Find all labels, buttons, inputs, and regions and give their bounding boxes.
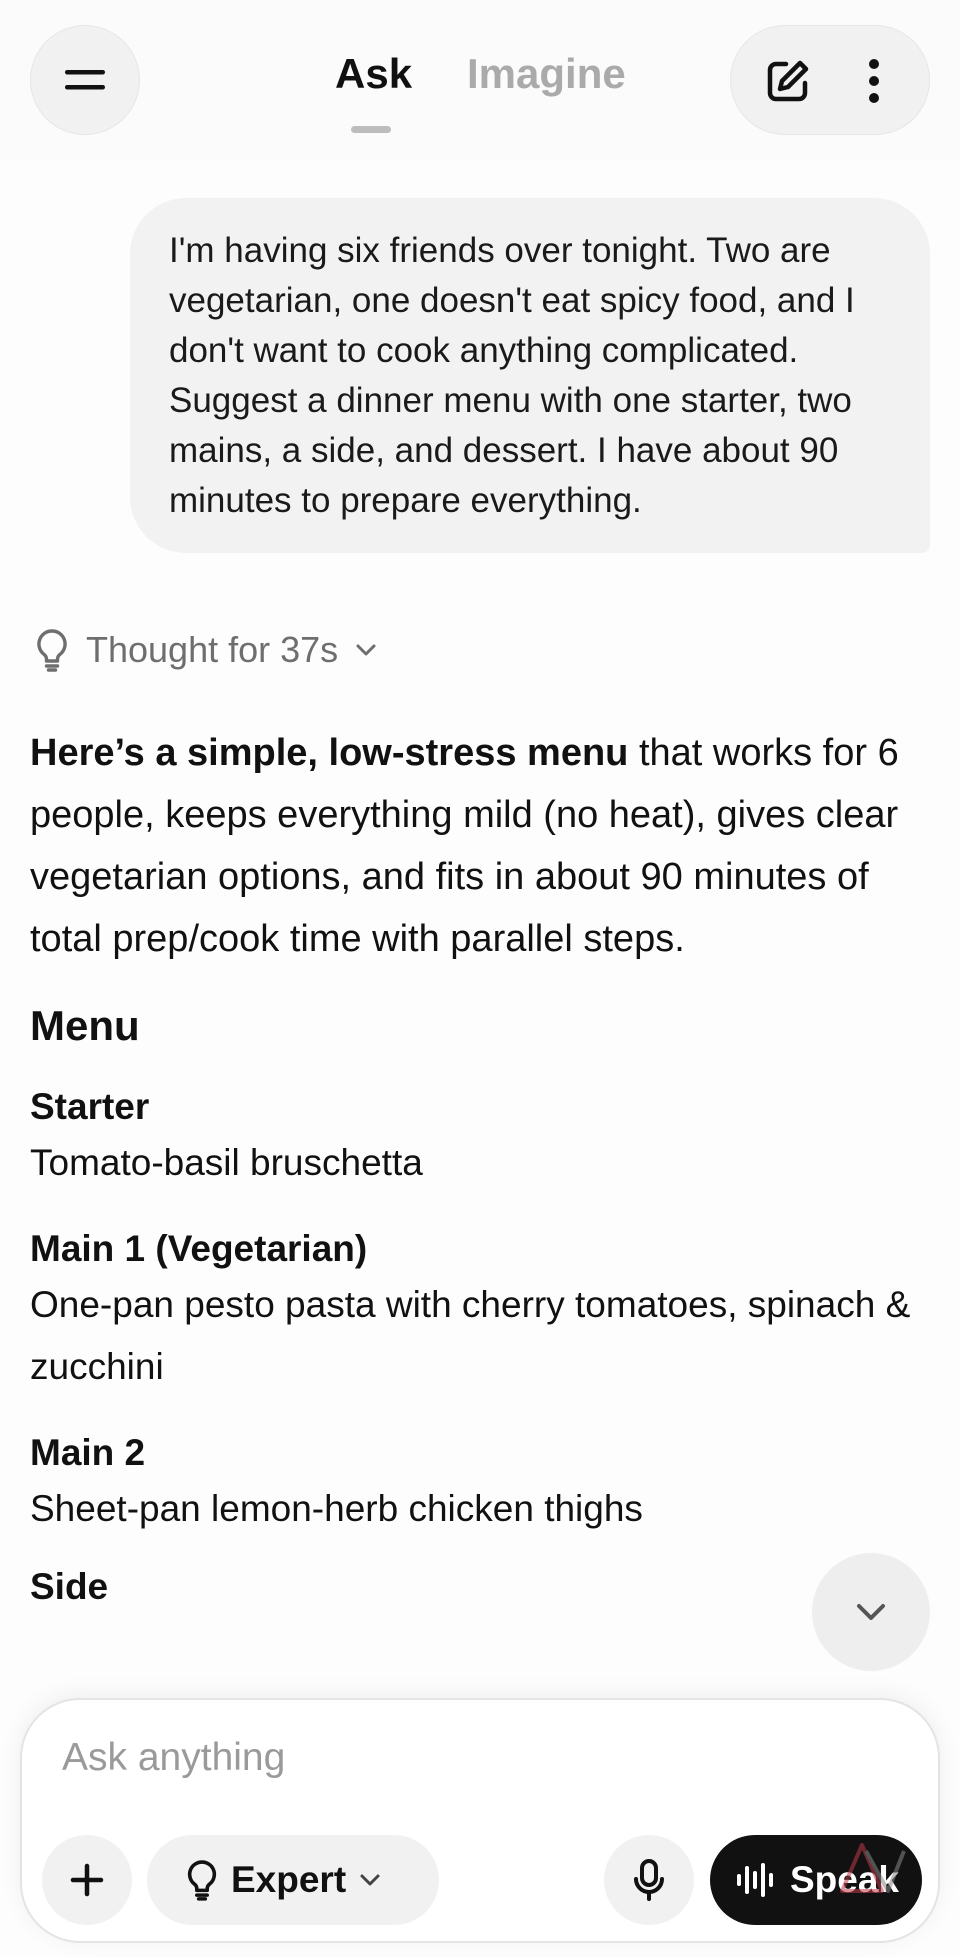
chevron-down-icon bbox=[857, 1604, 885, 1620]
response-intro: Here’s a simple, low-stress menu that wo… bbox=[30, 722, 935, 970]
course-desc: Sheet-pan lemon-herb chicken thighs bbox=[30, 1488, 643, 1529]
course-starter: Starter Tomato-basil bruschetta bbox=[30, 1082, 935, 1194]
composer: Expert Speak bbox=[20, 1698, 940, 1943]
course-main-1: Main 1 (Vegetarian) One-pan pesto pasta … bbox=[30, 1224, 935, 1398]
edit-icon bbox=[767, 60, 809, 102]
lightbulb-icon bbox=[37, 629, 67, 672]
user-message-bubble: I'm having six friends over tonight. Two… bbox=[130, 198, 930, 553]
more-options-button[interactable] bbox=[859, 54, 889, 108]
thought-label: Thought for 37s bbox=[86, 629, 339, 670]
course-desc: One-pan pesto pasta with cherry tomatoes… bbox=[30, 1284, 911, 1387]
watermark-logo-icon bbox=[840, 1843, 906, 1893]
thought-toggle[interactable]: Thought for 37s bbox=[34, 625, 378, 675]
course-title: Main 1 (Vegetarian) bbox=[30, 1228, 368, 1269]
model-selector[interactable]: Expert bbox=[147, 1835, 439, 1925]
waveform-icon bbox=[737, 1863, 773, 1897]
microphone-button[interactable] bbox=[604, 1835, 694, 1925]
prompt-input[interactable] bbox=[62, 1728, 882, 1788]
assistant-response: Here’s a simple, low-stress menu that wo… bbox=[30, 722, 935, 1612]
active-tab-indicator bbox=[351, 126, 391, 133]
course-title: Main 2 bbox=[30, 1432, 146, 1473]
scroll-to-bottom-button[interactable] bbox=[812, 1553, 930, 1671]
header-actions bbox=[730, 25, 930, 135]
new-chat-button[interactable] bbox=[761, 54, 815, 108]
course-title: Starter bbox=[30, 1086, 150, 1127]
intro-bold: Here’s a simple, low-stress menu bbox=[30, 732, 629, 774]
attach-button[interactable] bbox=[42, 1835, 132, 1925]
more-vertical-icon bbox=[869, 59, 879, 103]
course-main-2: Main 2 Sheet-pan lemon-herb chicken thig… bbox=[30, 1428, 935, 1540]
plus-icon bbox=[70, 1863, 104, 1897]
tab-imagine[interactable]: Imagine bbox=[467, 50, 626, 98]
menu-heading: Menu bbox=[30, 1002, 140, 1049]
microphone-icon bbox=[634, 1859, 664, 1901]
lightbulb-icon bbox=[187, 1860, 217, 1901]
course-desc: Tomato-basil bruschetta bbox=[30, 1142, 423, 1183]
chevron-down-icon bbox=[356, 644, 376, 656]
course-side-heading: Side bbox=[30, 1566, 109, 1607]
model-label: Expert bbox=[231, 1859, 347, 1900]
chevron-down-icon bbox=[360, 1874, 380, 1886]
top-bar: Ask Imagine bbox=[0, 0, 960, 160]
tab-ask[interactable]: Ask bbox=[335, 50, 412, 98]
